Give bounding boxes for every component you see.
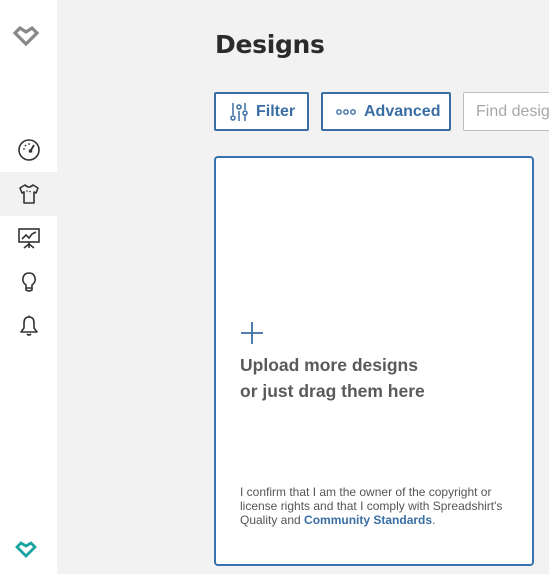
sliders-icon: [230, 102, 248, 121]
spreadshirt-logo-small-icon[interactable]: [14, 539, 38, 561]
upload-line-1: Upload more designs: [240, 355, 418, 375]
plus-icon: [241, 322, 263, 344]
lightbulb-icon: [21, 272, 36, 292]
sidebar: [0, 0, 57, 574]
presentation-chart-icon: [17, 228, 40, 249]
sidebar-item-dashboard[interactable]: [0, 128, 57, 172]
tshirt-icon: [18, 184, 39, 204]
search-designs-input[interactable]: [463, 92, 549, 131]
bell-icon: [19, 315, 38, 336]
more-dots-icon: [336, 108, 356, 115]
filter-button-label: Filter: [256, 102, 296, 120]
legal-end: .: [432, 513, 436, 527]
copyright-confirmation: I confirm that I am the owner of the cop…: [240, 485, 510, 527]
upload-instructions: Upload more designs or just drag them he…: [240, 352, 520, 404]
speedometer-icon: [17, 139, 40, 161]
advanced-button[interactable]: Advanced: [321, 92, 451, 131]
upload-line-2: or just drag them here: [240, 381, 425, 401]
page-title: Designs: [215, 30, 325, 59]
sidebar-item-designs[interactable]: [0, 172, 57, 216]
sidebar-item-notifications[interactable]: [0, 304, 57, 348]
sidebar-item-statistics[interactable]: [0, 216, 57, 260]
spreadshirt-logo-icon[interactable]: [11, 23, 41, 49]
upload-dropzone[interactable]: Upload more designs or just drag them he…: [214, 156, 534, 566]
sidebar-item-ideas[interactable]: [0, 260, 57, 304]
advanced-button-label: Advanced: [364, 102, 441, 120]
filter-button[interactable]: Filter: [214, 92, 309, 131]
community-standards-link[interactable]: Community Standards: [304, 513, 432, 527]
